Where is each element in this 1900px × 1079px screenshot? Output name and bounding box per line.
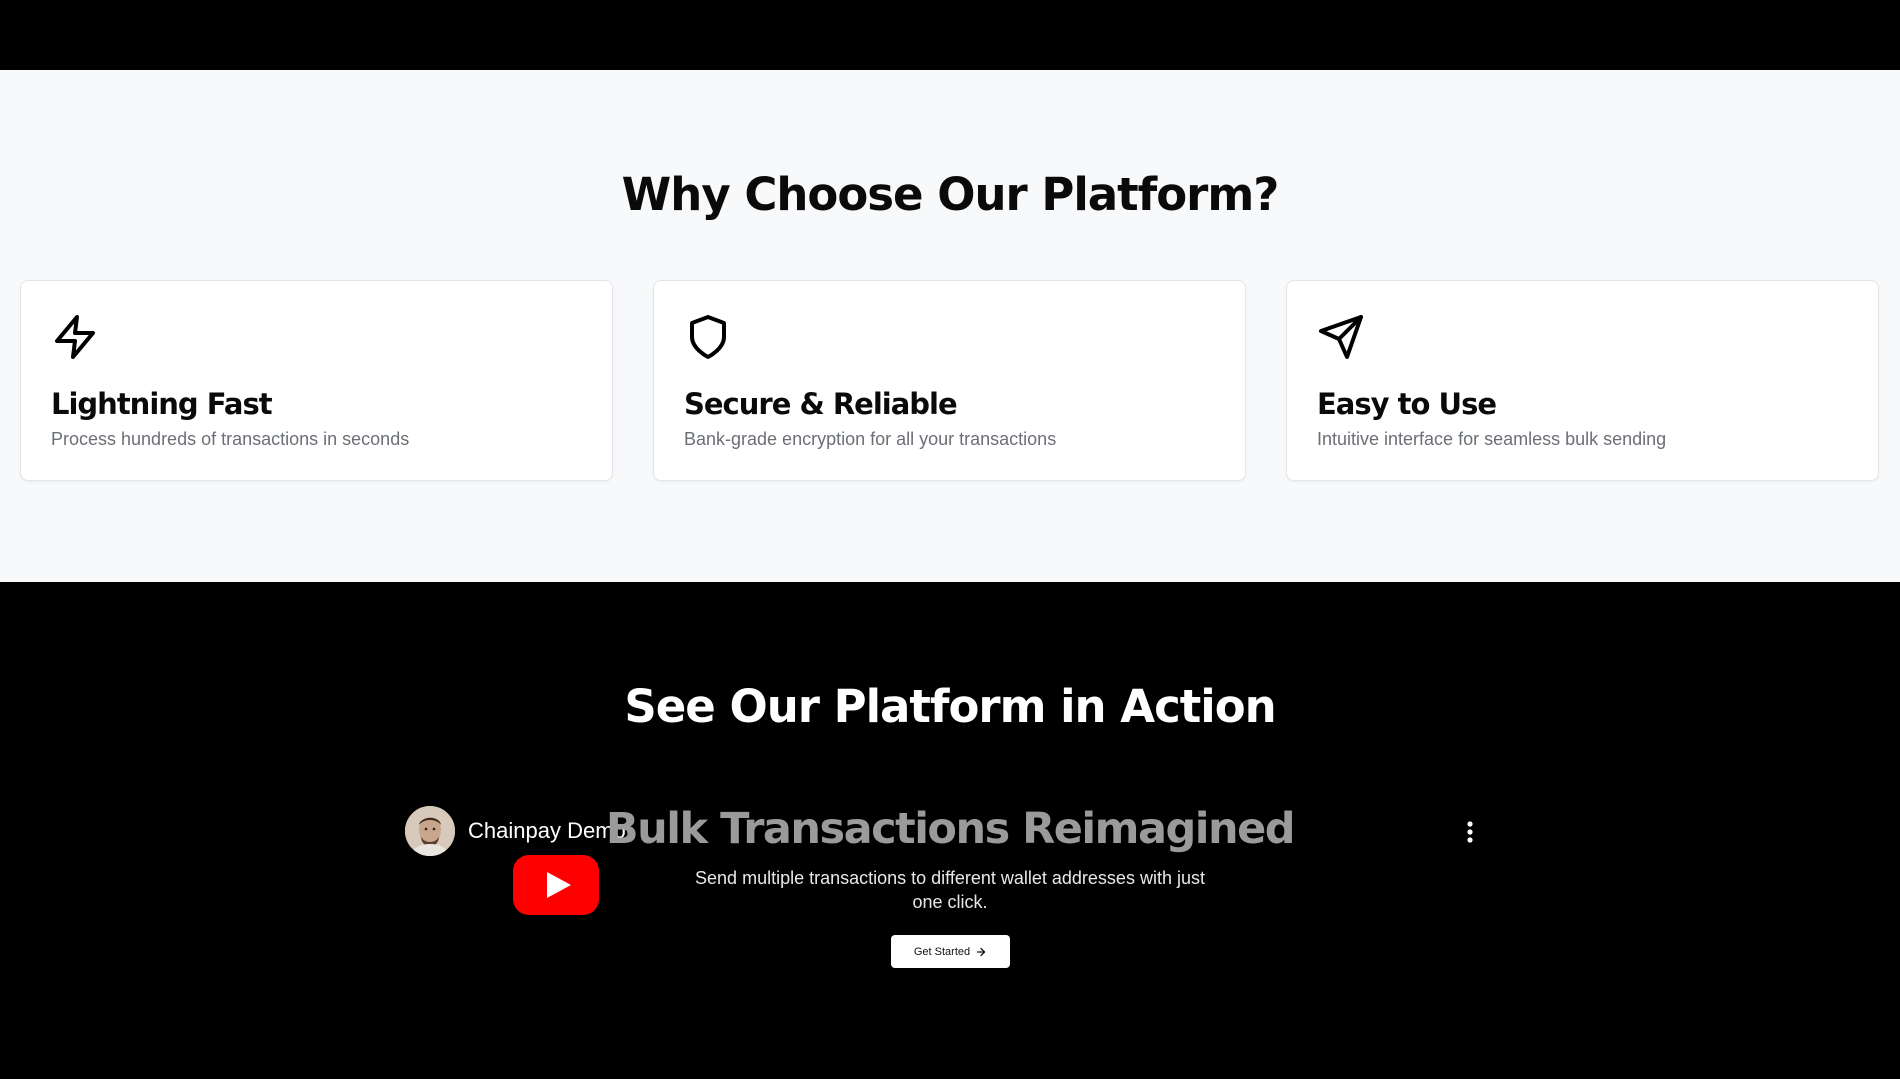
send-icon (1317, 313, 1365, 361)
get-started-button[interactable]: Get Started (891, 935, 1010, 968)
feature-card-title: Lightning Fast (51, 387, 273, 421)
feature-card-title: Secure & Reliable (684, 387, 958, 421)
demo-title: See Our Platform in Action (624, 680, 1276, 733)
features-section: Why Choose Our Platform? Lightning Fast … (0, 70, 1900, 582)
demo-section: See Our Platform in Action Chainpay Demo… (0, 582, 1900, 1079)
video-subtitle: Send multiple transactions to different … (695, 868, 1205, 912)
shield-icon (684, 313, 732, 361)
feature-card-easy-to-use: Easy to Use Intuitive interface for seam… (1286, 280, 1879, 481)
feature-card-secure-reliable: Secure & Reliable Bank-grade encryption … (653, 280, 1246, 481)
get-started-label: Get Started (913, 945, 971, 958)
arrow-right-icon (977, 947, 986, 956)
feature-card-lightning-fast: Lightning Fast Process hundreds of trans… (20, 280, 613, 481)
video-headline: Bulk Transactions Reimagined (605, 804, 1296, 854)
feature-card-description: Intuitive interface for seamless bulk se… (1317, 429, 1667, 449)
more-vertical-icon[interactable] (1455, 816, 1485, 848)
lightning-icon (51, 313, 99, 361)
top-bar (0, 0, 1900, 70)
features-title: Why Choose Our Platform? (621, 168, 1280, 221)
feature-card-description: Process hundreds of transactions in seco… (51, 429, 410, 449)
youtube-play-icon[interactable] (513, 855, 599, 915)
feature-card-description: Bank-grade encryption for all your trans… (684, 429, 1057, 449)
feature-card-title: Easy to Use (1317, 387, 1497, 421)
